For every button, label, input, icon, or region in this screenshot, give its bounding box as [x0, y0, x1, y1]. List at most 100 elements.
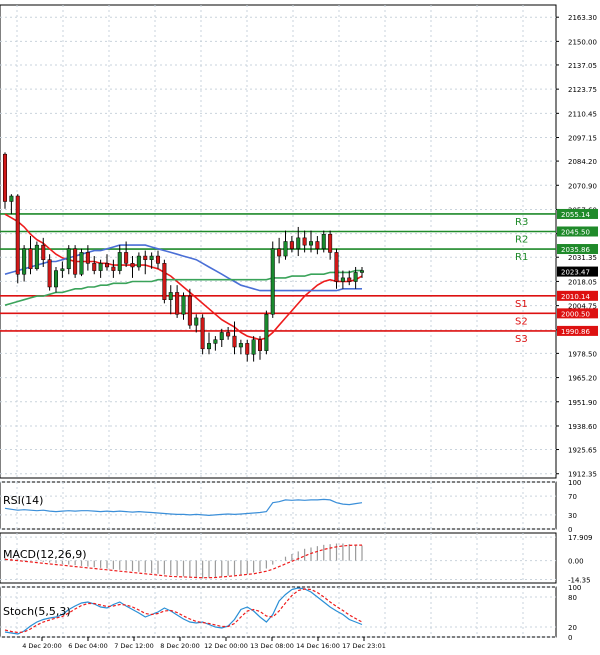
candle-body: [264, 314, 269, 351]
candle-body: [200, 317, 205, 350]
candle-body: [111, 266, 116, 271]
candle-body: [226, 332, 231, 337]
y-tick-label: 2018.05: [568, 278, 597, 286]
y-tick-label: 100: [568, 479, 581, 487]
candle-body: [289, 241, 294, 250]
candle-body: [130, 263, 135, 268]
y-tick-label: 2110.45: [568, 110, 597, 118]
candle-body: [328, 233, 333, 253]
level-price-tag-text: 1990.86: [561, 328, 590, 336]
x-axis: 4 Dec 20:00 6 Dec 04:00 7 Dec 12:00 8 Dec 2…: [22, 637, 386, 650]
y-tick-label: 2150.00: [568, 38, 597, 46]
candle: [264, 310, 269, 355]
candle-body: [206, 343, 212, 350]
candle-body: [136, 255, 141, 268]
candle-body: [283, 241, 288, 257]
trading-chart: 2163.30 2150.00 2137.05 2123.75 2110.45 2097.…: [0, 4, 598, 650]
candle-body: [315, 241, 320, 250]
x-tick-label: 6 Dec 04:00: [68, 642, 108, 650]
candle-body: [359, 270, 365, 273]
candle-body: [34, 244, 39, 270]
candle: [270, 241, 275, 318]
candle-body: [213, 339, 218, 344]
candle: [15, 194, 20, 284]
y-tick-label: 20: [568, 624, 577, 632]
candle-body: [340, 277, 345, 282]
y-tick-label: 80: [568, 594, 577, 602]
candle-body: [187, 295, 192, 326]
x-tick-label: 14 Dec 16:00: [296, 642, 340, 650]
candle-body: [47, 259, 52, 288]
y-tick-label: 1965.20: [568, 375, 597, 383]
candle-body: [28, 248, 33, 270]
candle-body: [296, 237, 301, 250]
candle-body: [53, 270, 59, 288]
level-price-tag-text: 2010.14: [561, 293, 590, 301]
candle-body: [245, 343, 250, 355]
rsi-panel[interactable]: 100 70 30 0 RSI(14): [0, 479, 581, 534]
candle-body: [60, 268, 65, 271]
candle: [47, 254, 52, 291]
y-tick-label: 30: [568, 512, 577, 520]
level-label-s1: S1: [515, 299, 528, 310]
y-tick-label: 2097.15: [568, 135, 597, 143]
y-tick-label: 0: [568, 526, 572, 534]
candle-body: [66, 248, 71, 270]
y-tick-label: 0.00: [568, 558, 584, 566]
candle-body: [143, 255, 148, 260]
candle-body: [155, 255, 161, 264]
level-label-s3: S3: [515, 334, 528, 345]
candle-body: [104, 263, 110, 268]
candle-body: [162, 263, 167, 300]
candle: [34, 241, 39, 271]
y-tick-label: 1925.65: [568, 447, 597, 455]
price-panel[interactable]: 2163.30 2150.00 2137.05 2123.75 2110.45 2097.…: [0, 4, 598, 479]
y-tick-label: 17.909: [568, 534, 593, 542]
y-tick-label: 1912.35: [568, 471, 597, 479]
price-panel-frame: [0, 4, 557, 479]
rsi-panel-frame: [0, 481, 557, 530]
candle-body: [302, 237, 307, 246]
stoch-panel[interactable]: 100 80 20 0 Stoch(5,5,3): [0, 584, 581, 642]
level-price-tag-text: 2055.14: [561, 211, 590, 219]
y-tick-label: 2084.20: [568, 158, 597, 166]
candle: [79, 248, 84, 277]
candle: [200, 314, 205, 355]
y-tick-label: 0: [568, 634, 572, 642]
candle-body: [175, 292, 180, 315]
candle-body: [232, 335, 237, 348]
candle-body: [2, 153, 8, 202]
macd-title: MACD(12,26,9): [3, 548, 87, 561]
level-label-r1: R1: [515, 252, 528, 263]
candle-body: [181, 295, 186, 315]
candle-body: [270, 248, 275, 315]
candle-body: [334, 252, 339, 282]
candle-body: [353, 272, 358, 282]
level-label-r3: R3: [515, 217, 528, 228]
rsi-title: RSI(14): [3, 494, 43, 507]
candle-body: [98, 263, 103, 271]
candle-body: [15, 195, 20, 275]
level-label-r2: R2: [515, 234, 528, 245]
y-tick-label: 100: [568, 584, 581, 592]
candle-body: [41, 244, 46, 260]
macd-panel[interactable]: 17.9090.00-14.35MACD(12,26,9): [0, 532, 593, 585]
last-price-tag-text: 2023.47: [561, 269, 590, 277]
stoch-title: Stoch(5,5,3): [3, 605, 71, 618]
x-tick-label: 8 Dec 20:00: [160, 642, 200, 650]
candle-body: [321, 233, 326, 250]
level-price-tag-text: 2035.86: [561, 246, 590, 254]
candle-body: [219, 332, 224, 340]
candle-body: [92, 263, 97, 271]
y-tick-label: 1978.50: [568, 350, 597, 358]
y-tick-label: 1938.60: [568, 423, 597, 431]
candle-body: [117, 252, 122, 271]
candle-body: [124, 252, 129, 264]
candle-body: [347, 277, 352, 282]
candle: [2, 152, 8, 209]
candle-body: [168, 292, 173, 300]
y-tick-label: 70: [568, 493, 577, 501]
y-tick-label: 1951.90: [568, 399, 597, 407]
candle-body: [22, 248, 27, 275]
y-tick-label: 2123.75: [568, 86, 597, 94]
